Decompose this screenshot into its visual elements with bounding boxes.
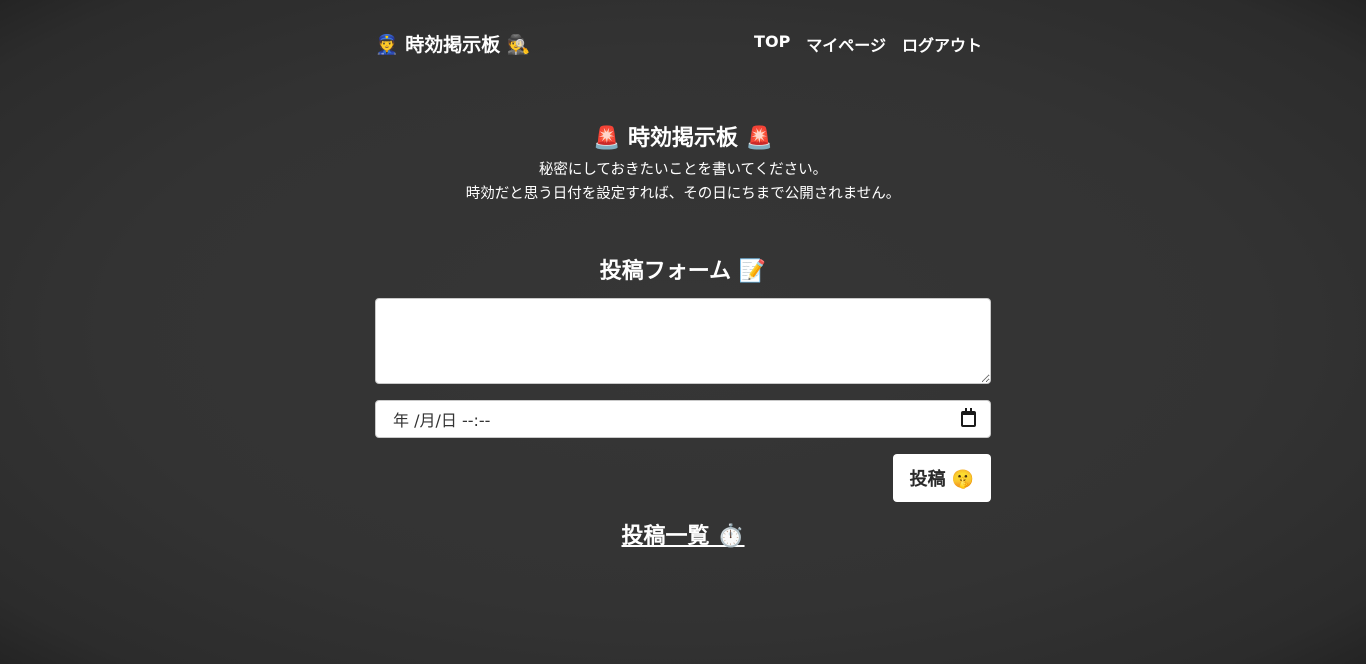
description-line-1: 秘密にしておきたいことを書いてください。 [538, 162, 828, 178]
calendar-icon[interactable] [961, 408, 976, 427]
site-header: 👮 時効掲示板 🕵️ TOP マイページ ログアウト [375, 0, 991, 84]
nav-top-link[interactable]: TOP [754, 32, 790, 56]
site-logo[interactable]: 👮 時効掲示板 🕵️ [375, 30, 531, 57]
description-line-2: 時効だと思う日付を設定すれば、その日にちまで公開されません。 [465, 186, 901, 202]
post-list-heading: 投稿一覧 ⏱️ [375, 518, 991, 550]
nav-logout-link[interactable]: ログアウト [902, 32, 982, 56]
submit-post-button[interactable]: 投稿 🤫 [893, 454, 991, 502]
post-list-link[interactable]: 投稿一覧 ⏱️ [621, 524, 744, 549]
date-input-text: 年 /月/日 --:-- [393, 411, 491, 430]
main-nav: TOP マイページ ログアウト [754, 32, 982, 56]
page-title: 🚨 時効掲示板 🚨 [592, 126, 774, 151]
post-textarea[interactable] [375, 298, 991, 384]
nav-mypage-link[interactable]: マイページ [806, 32, 886, 56]
page-container: 👮 時効掲示板 🕵️ TOP マイページ ログアウト 🚨 時効掲示板 🚨 秘密に… [375, 0, 991, 549]
page-description: 秘密にしておきたいことを書いてください。 時効だと思う日付を設定すれば、その日に… [375, 158, 991, 206]
form-title: 投稿フォーム 📝 [599, 259, 767, 284]
release-date-input[interactable]: 年 /月/日 --:-- [375, 400, 991, 438]
